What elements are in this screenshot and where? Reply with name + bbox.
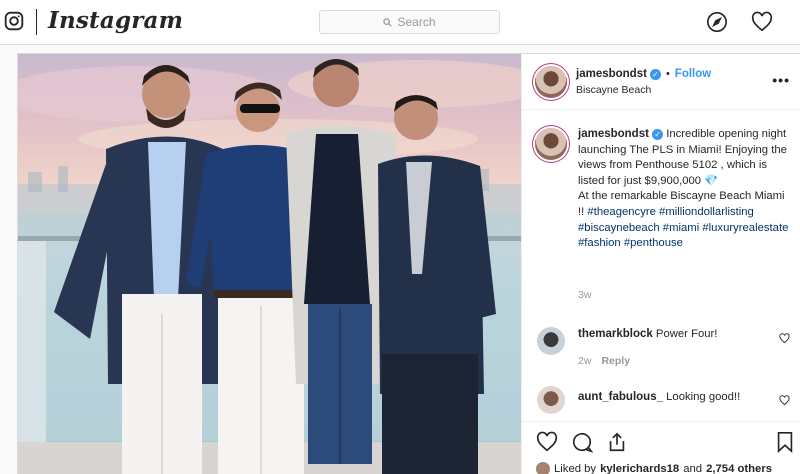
hashtag-theagencyre[interactable]: #theagencyre — [587, 206, 655, 218]
liker-username[interactable]: kylerichards18 — [600, 463, 679, 474]
post-sidebar: jamesbondst ✓ • Follow Biscayne Beach ••… — [521, 54, 800, 474]
separator-dot: • — [665, 68, 670, 80]
like-heart-icon[interactable] — [536, 431, 558, 453]
comment-text: Looking good!! — [666, 391, 741, 403]
commenter-avatar[interactable] — [537, 386, 565, 414]
hashtag-miami[interactable]: #miami — [663, 222, 699, 234]
post-caption: jamesbondst ✓ Incredible opening night l… — [578, 127, 790, 252]
search-input[interactable]: Search — [319, 10, 500, 34]
share-icon[interactable] — [606, 431, 628, 453]
verified-badge-icon: ✓ — [649, 68, 661, 80]
search-icon — [383, 17, 393, 27]
comment-bubble-icon[interactable] — [571, 431, 593, 453]
instagram-wordmark-logo[interactable]: Instagram — [48, 7, 183, 34]
post-photo[interactable] — [18, 54, 521, 474]
comment-timestamp: 2w — [578, 355, 592, 367]
save-bookmark-icon[interactable] — [774, 431, 796, 453]
post-header: jamesbondst ✓ • Follow Biscayne Beach ••… — [522, 54, 800, 110]
hashtag-luxuryrealestate[interactable]: #luxuryrealestate — [702, 222, 788, 234]
more-options-icon[interactable]: ••• — [772, 72, 790, 88]
explore-compass-icon[interactable] — [706, 11, 728, 33]
instagram-camera-icon[interactable] — [4, 11, 24, 31]
photo-scene-illustration — [18, 59, 521, 474]
comment-username[interactable]: themarkblock — [578, 328, 653, 340]
hashtag-milliondollarlisting[interactable]: #milliondollarlisting — [659, 206, 754, 218]
post-action-bar — [522, 421, 800, 461]
comment-like-heart-icon[interactable] — [779, 333, 790, 344]
hashtag-penthouse[interactable]: #penthouse — [624, 237, 683, 249]
comment-item: themarkblock Power Four! — [578, 328, 717, 340]
search-placeholder: Search — [397, 15, 436, 29]
likes-summary: Liked by kylerichards18 and 2,754 others — [536, 462, 772, 474]
diamond-emoji: 💎 — [704, 174, 719, 187]
comment-meta: 2w Reply — [578, 355, 630, 367]
comment-text: Power Four! — [655, 328, 718, 340]
comment-item: aunt_fabulous_ Looking good!! — [578, 391, 740, 403]
comments-panel[interactable]: jamesbondst ✓ Incredible opening night l… — [522, 110, 800, 416]
liker-avatar[interactable] — [536, 462, 550, 474]
author-line: jamesbondst ✓ • Follow — [576, 68, 711, 80]
caption-timestamp: 3w — [578, 289, 592, 301]
author-username[interactable]: jamesbondst — [576, 68, 647, 80]
caption-author-avatar[interactable] — [535, 128, 567, 160]
hashtag-fashion[interactable]: #fashion — [578, 237, 621, 249]
commenter-avatar[interactable] — [537, 327, 565, 355]
reply-button[interactable]: Reply — [601, 355, 630, 367]
post-card: jamesbondst ✓ • Follow Biscayne Beach ••… — [17, 53, 800, 474]
follow-button[interactable]: Follow — [675, 68, 711, 80]
comment-like-heart-icon[interactable] — [779, 395, 790, 406]
hashtag-biscaynebeach[interactable]: #biscaynebeach — [578, 222, 660, 234]
nav-divider — [36, 9, 37, 35]
author-avatar[interactable] — [535, 66, 567, 98]
likes-others-count[interactable]: 2,754 others — [706, 463, 772, 474]
top-navigation-bar: Instagram Search — [0, 0, 800, 45]
activity-heart-icon[interactable] — [751, 11, 773, 33]
likes-prefix: Liked by — [554, 463, 597, 474]
verified-badge-icon: ✓ — [652, 129, 664, 140]
comment-username[interactable]: aunt_fabulous_ — [578, 391, 663, 403]
post-location[interactable]: Biscayne Beach — [576, 84, 651, 96]
caption-username[interactable]: jamesbondst — [578, 128, 649, 140]
likes-and: and — [683, 463, 703, 474]
